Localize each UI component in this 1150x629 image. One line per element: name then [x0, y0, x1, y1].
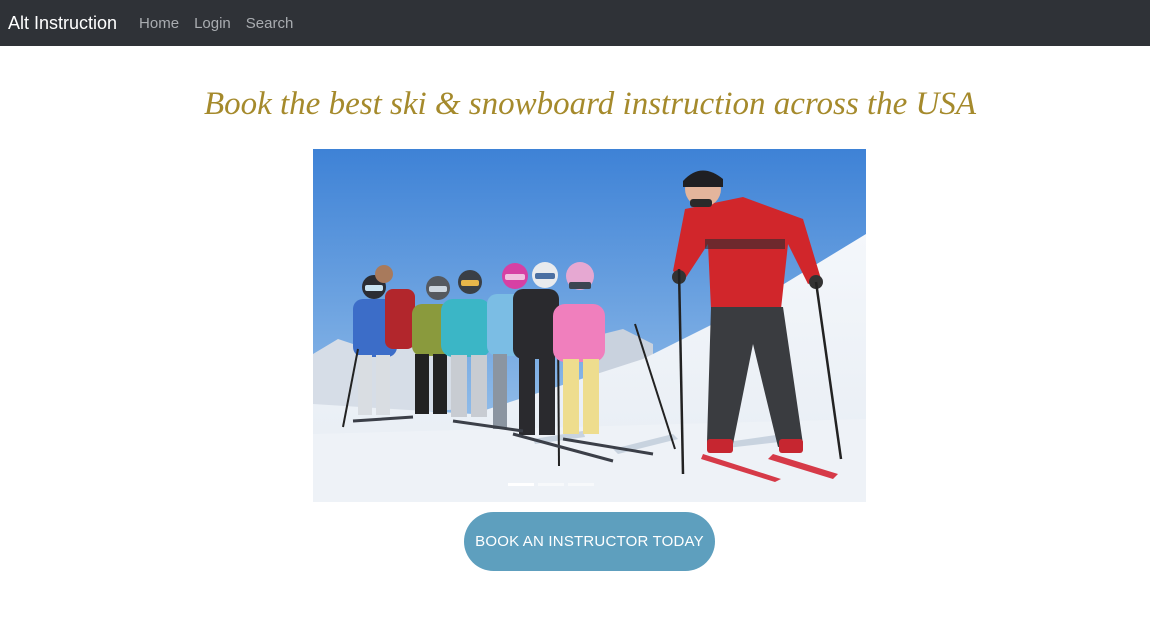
brand-link[interactable]: Alt Instruction [8, 13, 117, 34]
carousel-indicator-2[interactable] [538, 483, 564, 486]
carousel-indicator-1[interactable] [508, 483, 534, 486]
nav-link-home[interactable]: Home [139, 15, 179, 32]
hero-carousel[interactable] [313, 149, 866, 502]
top-navbar: Alt Instruction Home Login Search [0, 0, 1150, 46]
carousel-indicators [508, 483, 598, 486]
book-instructor-button[interactable]: BOOK AN INSTRUCTOR TODAY [464, 512, 715, 571]
carousel-indicator-3[interactable] [568, 483, 594, 486]
nav-link-login[interactable]: Login [194, 15, 231, 32]
hero-headline: Book the best ski & snowboard instructio… [203, 86, 977, 122]
nav-link-search[interactable]: Search [246, 15, 294, 32]
ski-lesson-photo [313, 149, 866, 502]
